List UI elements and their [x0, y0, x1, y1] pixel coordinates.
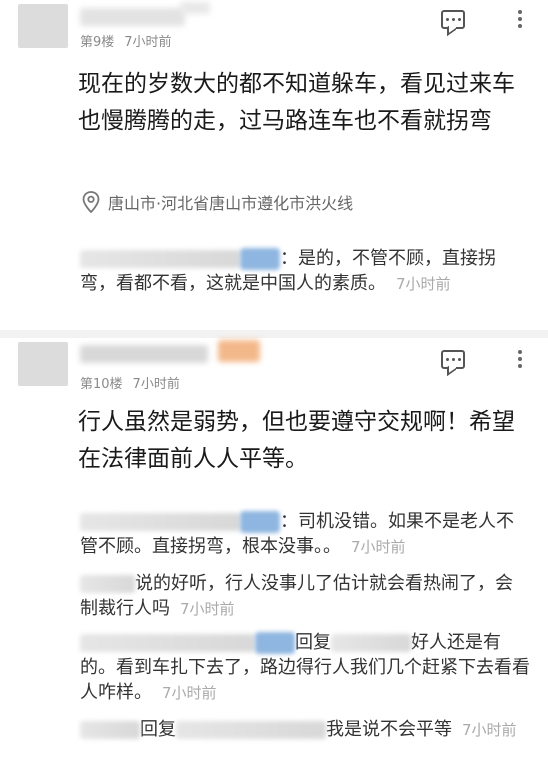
reply-author-blurred[interactable] [80, 513, 240, 531]
comment-meta: 第9楼 7小时前 [80, 31, 182, 50]
comment-text: 现在的岁数大的都不知道躲车，看见过来车也慢腾腾的走，过马路连车也不看就拐弯 [78, 71, 515, 134]
username-blurred[interactable] [80, 345, 208, 363]
user-badge-blurred [180, 2, 210, 14]
reply-author-blurred[interactable] [80, 575, 135, 593]
floor-number: 第10楼 [80, 377, 123, 392]
user-badge-blurred [218, 340, 260, 362]
reply-prefix: 回复 [295, 632, 331, 653]
comment-meta: 第10楼 7小时前 [80, 373, 190, 392]
location-text: 唐山市·河北省唐山市遵化市洪火线 [108, 194, 354, 213]
reply-item[interactable]: ：司机没错。如果不是老人不管不顾。直接拐弯，根本没事。。 7小时前 [80, 509, 530, 560]
location-icon [82, 191, 100, 213]
reply-time: 7小时前 [396, 275, 451, 293]
reply-time: 7小时前 [180, 600, 235, 618]
avatar[interactable] [18, 4, 68, 48]
reply-target-blurred[interactable] [176, 721, 326, 739]
reply-author-blurred[interactable] [80, 250, 240, 268]
reply-badge-blurred [240, 248, 280, 270]
comment-card-9: 第9楼 7小时前 现在的岁数大的都不知道躲车，看见过来车也慢腾腾的走，过马路连车也… [0, 0, 548, 330]
more-icon[interactable] [505, 346, 535, 372]
reply-author-blurred[interactable] [80, 634, 255, 652]
reply-target-blurred[interactable] [331, 634, 411, 652]
comment-location[interactable]: 唐山市·河北省唐山市遵化市洪火线 [82, 190, 353, 214]
reply-time: 7小时前 [462, 721, 517, 739]
avatar[interactable] [18, 342, 68, 386]
reply-time: 7小时前 [351, 538, 406, 556]
more-icon[interactable] [505, 6, 535, 32]
reply-time: 7小时前 [162, 684, 217, 702]
comment-time: 7小时前 [124, 35, 172, 50]
comment-text: 行人虽然是弱势，但也要遵守交规啊！希望在法律面前人人平等。 [78, 409, 515, 472]
comment-card-10: 第10楼 7小时前 行人虽然是弱势，但也要遵守交规啊！希望在法律面前人人平等。 ：… [0, 338, 548, 769]
username-blurred[interactable] [80, 8, 185, 26]
divider [0, 330, 548, 338]
reply-author-blurred[interactable] [80, 721, 140, 739]
reply-prefix: 回复 [140, 719, 176, 740]
reply-item[interactable]: 回复 好人还是有的。看到车扎下去了，路边得行人我们几个赶紧下去看看人咋样。 7小时前 [80, 630, 530, 706]
reply-badge-blurred [255, 632, 295, 654]
reply-badge-blurred [240, 511, 280, 533]
reply-item[interactable]: 说的好听，行人没事儿了估计就会看热闹了，会制裁行人吗 7小时前 [80, 571, 530, 622]
floor-number: 第9楼 [80, 35, 115, 50]
reply-item[interactable]: ：是的，不管不顾，直接拐弯，看都不看，这就是中国人的素质。 7小时前 [80, 246, 530, 297]
comment-time: 7小时前 [132, 377, 180, 392]
reply-text: 我是说不会平等 [326, 719, 452, 740]
reply-item[interactable]: 回复 我是说不会平等 7小时前 [80, 717, 530, 743]
reply-text: 说的好听，行人没事儿了估计就会看热闹了，会制裁行人吗 [80, 573, 513, 619]
chat-icon[interactable] [438, 6, 468, 32]
chat-icon[interactable] [438, 346, 468, 372]
